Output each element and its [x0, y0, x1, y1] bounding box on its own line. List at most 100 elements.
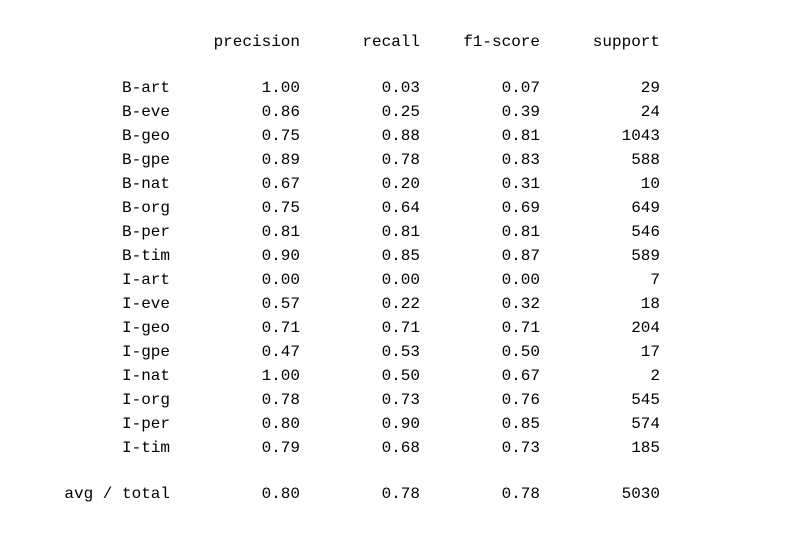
row-support: 185 — [540, 436, 660, 460]
row-precision: 0.86 — [180, 100, 300, 124]
row-precision: 1.00 — [180, 364, 300, 388]
row-support: 10 — [540, 172, 660, 196]
header-precision: precision — [180, 30, 300, 54]
row-label: I-art — [40, 268, 180, 292]
table-row: I-per0.800.900.85574 — [40, 412, 660, 436]
row-support: 545 — [540, 388, 660, 412]
row-label: B-gpe — [40, 148, 180, 172]
row-recall: 0.71 — [300, 316, 420, 340]
row-precision: 0.00 — [180, 268, 300, 292]
row-support: 29 — [540, 76, 660, 100]
row-f1: 0.32 — [420, 292, 540, 316]
row-support: 1043 — [540, 124, 660, 148]
row-recall: 0.90 — [300, 412, 420, 436]
summary-row: avg / total 0.80 0.78 0.78 5030 — [40, 482, 660, 506]
row-f1: 0.71 — [420, 316, 540, 340]
row-recall: 0.68 — [300, 436, 420, 460]
row-precision: 0.57 — [180, 292, 300, 316]
row-label: I-gpe — [40, 340, 180, 364]
table-row: I-gpe0.470.530.5017 — [40, 340, 660, 364]
row-recall: 0.22 — [300, 292, 420, 316]
row-label: I-eve — [40, 292, 180, 316]
header-row: precision recall f1-score support — [40, 30, 660, 54]
row-precision: 0.71 — [180, 316, 300, 340]
row-f1: 0.69 — [420, 196, 540, 220]
row-f1: 0.76 — [420, 388, 540, 412]
row-f1: 0.81 — [420, 124, 540, 148]
summary-precision: 0.80 — [180, 482, 300, 506]
table-row: I-nat1.000.500.672 — [40, 364, 660, 388]
row-recall: 0.20 — [300, 172, 420, 196]
row-support: 588 — [540, 148, 660, 172]
classification-report-table: precision recall f1-score support B-art1… — [40, 30, 660, 506]
row-f1: 0.83 — [420, 148, 540, 172]
row-f1: 0.39 — [420, 100, 540, 124]
row-label: B-org — [40, 196, 180, 220]
row-precision: 0.78 — [180, 388, 300, 412]
row-f1: 0.87 — [420, 244, 540, 268]
table-row: B-nat0.670.200.3110 — [40, 172, 660, 196]
row-recall: 0.64 — [300, 196, 420, 220]
row-support: 24 — [540, 100, 660, 124]
row-precision: 0.90 — [180, 244, 300, 268]
row-support: 649 — [540, 196, 660, 220]
row-recall: 0.00 — [300, 268, 420, 292]
row-precision: 0.75 — [180, 196, 300, 220]
row-support: 574 — [540, 412, 660, 436]
summary-support: 5030 — [540, 482, 660, 506]
row-precision: 0.81 — [180, 220, 300, 244]
row-precision: 1.00 — [180, 76, 300, 100]
table-row: I-art0.000.000.007 — [40, 268, 660, 292]
row-f1: 0.00 — [420, 268, 540, 292]
row-label: B-art — [40, 76, 180, 100]
row-precision: 0.67 — [180, 172, 300, 196]
row-f1: 0.50 — [420, 340, 540, 364]
row-recall: 0.78 — [300, 148, 420, 172]
table-row: I-org0.780.730.76545 — [40, 388, 660, 412]
row-recall: 0.85 — [300, 244, 420, 268]
summary-label: avg / total — [40, 482, 180, 506]
table-row: I-tim0.790.680.73185 — [40, 436, 660, 460]
row-recall: 0.88 — [300, 124, 420, 148]
row-recall: 0.81 — [300, 220, 420, 244]
header-support: support — [540, 30, 660, 54]
row-f1: 0.81 — [420, 220, 540, 244]
row-recall: 0.03 — [300, 76, 420, 100]
header-recall: recall — [300, 30, 420, 54]
row-f1: 0.31 — [420, 172, 540, 196]
table-row: B-art1.000.030.0729 — [40, 76, 660, 100]
row-label: B-tim — [40, 244, 180, 268]
row-label: B-eve — [40, 100, 180, 124]
table-row: I-geo0.710.710.71204 — [40, 316, 660, 340]
row-f1: 0.67 — [420, 364, 540, 388]
row-f1: 0.85 — [420, 412, 540, 436]
row-precision: 0.47 — [180, 340, 300, 364]
table-row: B-per0.810.810.81546 — [40, 220, 660, 244]
row-recall: 0.53 — [300, 340, 420, 364]
row-precision: 0.80 — [180, 412, 300, 436]
table-row: B-eve0.860.250.3924 — [40, 100, 660, 124]
summary-f1: 0.78 — [420, 482, 540, 506]
row-f1: 0.73 — [420, 436, 540, 460]
table-row: B-tim0.900.850.87589 — [40, 244, 660, 268]
header-f1: f1-score — [420, 30, 540, 54]
row-precision: 0.79 — [180, 436, 300, 460]
row-label: B-per — [40, 220, 180, 244]
row-label: B-nat — [40, 172, 180, 196]
table-row: I-eve0.570.220.3218 — [40, 292, 660, 316]
row-support: 7 — [540, 268, 660, 292]
row-label: B-geo — [40, 124, 180, 148]
row-label: I-tim — [40, 436, 180, 460]
row-support: 589 — [540, 244, 660, 268]
row-support: 2 — [540, 364, 660, 388]
row-support: 204 — [540, 316, 660, 340]
header-empty — [40, 30, 180, 54]
row-label: I-nat — [40, 364, 180, 388]
row-recall: 0.50 — [300, 364, 420, 388]
table-row: B-gpe0.890.780.83588 — [40, 148, 660, 172]
row-support: 18 — [540, 292, 660, 316]
row-precision: 0.89 — [180, 148, 300, 172]
row-f1: 0.07 — [420, 76, 540, 100]
summary-recall: 0.78 — [300, 482, 420, 506]
row-label: I-org — [40, 388, 180, 412]
